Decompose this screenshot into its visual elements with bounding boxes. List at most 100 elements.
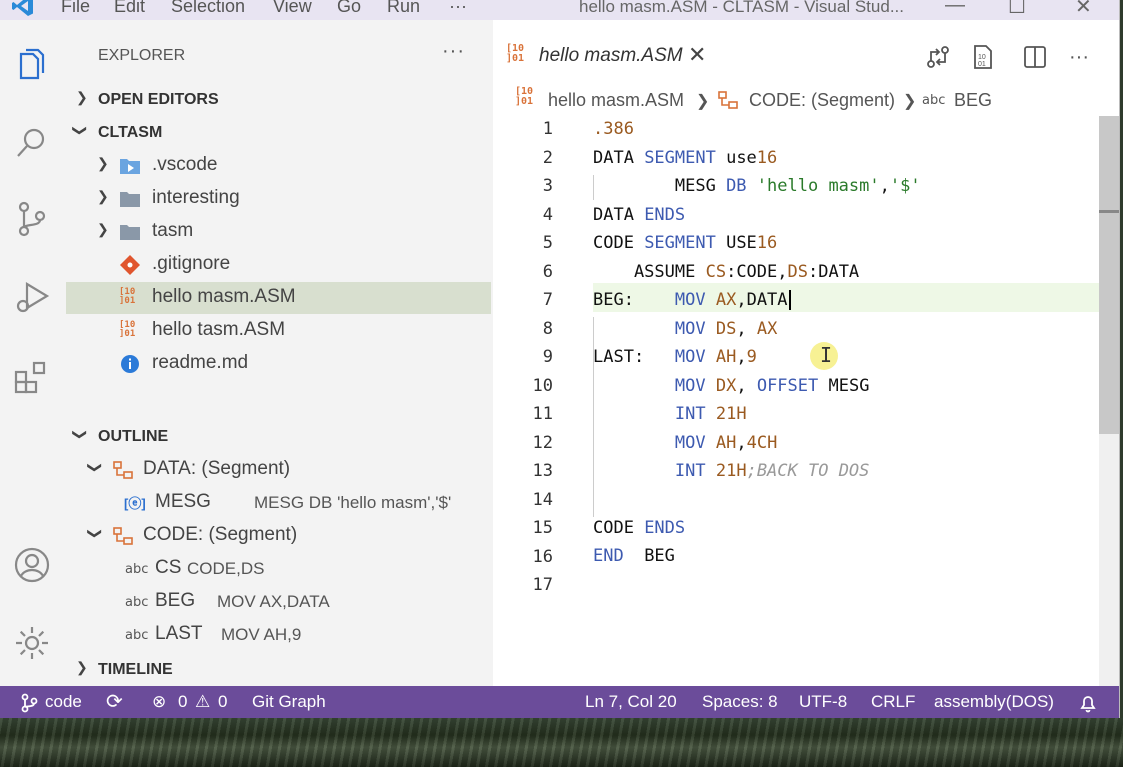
git-graph-button[interactable]: Git Graph [252, 692, 326, 712]
outline-section[interactable]: ❯ OUTLINE [66, 421, 491, 453]
line-number: 12 [532, 432, 553, 453]
file-label: hello masm.ASM [152, 286, 296, 307]
binary-view-icon[interactable]: 1001 [970, 44, 996, 70]
menu-edit[interactable]: Edit [114, 0, 145, 17]
split-editor-icon[interactable] [1022, 44, 1048, 70]
compare-changes-icon[interactable] [925, 44, 951, 70]
line-number: 9 [542, 347, 553, 367]
folder-icon [120, 192, 140, 207]
outline-data-segment[interactable]: ❯ DATA: (Segment) [66, 454, 491, 486]
tab-title: hello masm.ASM [539, 45, 683, 66]
file-label: hello tasm.ASM [152, 319, 286, 340]
code-line: CODE ENDS [593, 518, 686, 538]
outline-last[interactable]: abc LAST MOV AH,9 [66, 619, 491, 651]
branch-name[interactable]: code [45, 692, 82, 712]
line-number: 15 [532, 518, 553, 538]
chevron-right-icon: ❯ [76, 89, 88, 105]
outline-code-segment[interactable]: ❯ CODE: (Segment) [66, 520, 491, 552]
editor-more-actions[interactable]: ··· [1069, 46, 1089, 69]
info-icon [121, 355, 139, 373]
outline-beg[interactable]: abc BEG MOV AX,DATA [66, 586, 491, 618]
chevron-right-icon: ❯ [76, 659, 88, 675]
cursor-position[interactable]: Ln 7, Col 20 [585, 692, 677, 712]
menu-file[interactable]: File [61, 0, 90, 17]
error-count[interactable]: 0 [178, 692, 187, 712]
extensions-icon[interactable] [13, 358, 51, 396]
language-mode[interactable]: assembly(DOS) [934, 692, 1054, 712]
menu-view[interactable]: View [273, 0, 312, 17]
run-debug-icon[interactable] [13, 278, 51, 316]
file-item-hello-tasm[interactable]: [10]01 hello tasm.ASM [66, 315, 491, 347]
outline-description: MOV AH,9 [221, 625, 302, 644]
accounts-icon[interactable] [13, 546, 51, 584]
folder-icon [120, 225, 140, 240]
timeline-section[interactable]: ❯ TIMELINE [66, 654, 491, 686]
file-item-hello-masm[interactable]: [10]01 hello masm.ASM [66, 282, 491, 314]
explorer-icon[interactable] [13, 46, 51, 84]
code-line: MOV AH,4CH [674, 433, 778, 453]
maximize-icon[interactable]: ☐ [1008, 0, 1026, 19]
close-window-icon[interactable]: ✕ [1075, 0, 1092, 19]
source-control-icon[interactable] [13, 200, 51, 238]
file-item-gitignore[interactable]: .gitignore [66, 249, 491, 281]
indentation[interactable]: Spaces: 8 [702, 692, 778, 712]
section-label: OUTLINE [98, 428, 169, 445]
activity-bar [0, 20, 66, 686]
sync-icon[interactable]: ⟳ [106, 689, 123, 714]
notifications-bell-icon[interactable] [1079, 693, 1097, 713]
line-number: 13 [532, 461, 553, 481]
scrollbar-thumb[interactable] [1099, 116, 1119, 434]
file-item-readme[interactable]: readme.md [66, 348, 491, 380]
string-symbol-icon: abc [125, 595, 149, 610]
code-line: INT 21H;BACK TO DOS [674, 461, 870, 481]
outline-label: DATA: (Segment) [143, 458, 291, 479]
outline-mesg[interactable]: [ⓔ] MESG MESG DB 'hello masm','$' [66, 487, 491, 519]
breadcrumb-symbol[interactable]: BEG [954, 90, 992, 111]
open-editors-section[interactable]: ❯ OPEN EDITORS [66, 84, 491, 116]
breadcrumb-file[interactable]: hello masm.ASM [548, 90, 684, 111]
string-symbol-icon: abc [922, 93, 946, 108]
close-tab-icon[interactable]: ✕ [688, 42, 706, 68]
source-control-branch-icon[interactable] [20, 693, 38, 713]
minimize-icon[interactable]: — [945, 0, 965, 17]
menu-more[interactable]: ··· [449, 0, 467, 17]
code-line: BEG: MOV AX,DATA [593, 290, 791, 310]
code-line: MOV DX, OFFSET MESG [674, 376, 870, 396]
code-line: .386 [593, 119, 634, 139]
outline-cs[interactable]: abc CS CODE,DS [66, 553, 491, 585]
file-item-vscode[interactable]: ❯ .vscode [66, 150, 491, 182]
chevron-right-icon: ❯ [903, 93, 917, 110]
scrollbar-cursor-marker [1099, 210, 1119, 213]
chevron-down-icon: ❯ [72, 124, 89, 137]
warning-icon[interactable]: ⚠ [195, 692, 210, 712]
project-section[interactable]: ❯ CLTASM [66, 117, 491, 149]
search-icon[interactable] [13, 124, 51, 162]
line-number: 17 [532, 575, 553, 595]
git-icon [120, 255, 140, 275]
line-ending[interactable]: CRLF [871, 692, 915, 712]
file-label: .vscode [152, 154, 218, 175]
error-icon[interactable]: ⊗ [152, 692, 166, 712]
file-label: tasm [152, 220, 194, 241]
binary-file-icon: [10]01 [119, 287, 136, 306]
file-label: interesting [152, 187, 240, 208]
settings-gear-icon[interactable] [13, 624, 51, 662]
breadcrumb-segment[interactable]: CODE: (Segment) [749, 90, 895, 111]
menu-run[interactable]: Run [387, 0, 420, 17]
title-bar: File Edit Selection View Go Run ··· hell… [0, 0, 1119, 20]
menu-go[interactable]: Go [337, 0, 361, 17]
segment-icon [718, 91, 738, 109]
code-line: MESG DB 'hello masm','$' [593, 176, 921, 196]
svg-text:10: 10 [978, 54, 986, 61]
encoding[interactable]: UTF-8 [799, 692, 847, 712]
code-line: DATA ENDS [593, 205, 686, 225]
explorer-more-actions[interactable]: ··· [442, 40, 465, 63]
binary-file-icon: [10]01 [119, 320, 136, 339]
file-item-interesting[interactable]: ❯ interesting [66, 183, 491, 215]
svg-text:01: 01 [978, 61, 986, 68]
chevron-down-icon: ❯ [87, 527, 104, 540]
menu-selection[interactable]: Selection [171, 0, 245, 17]
file-item-tasm[interactable]: ❯ tasm [66, 216, 491, 248]
warning-count[interactable]: 0 [218, 692, 227, 712]
chevron-right-icon: ❯ [696, 93, 710, 110]
